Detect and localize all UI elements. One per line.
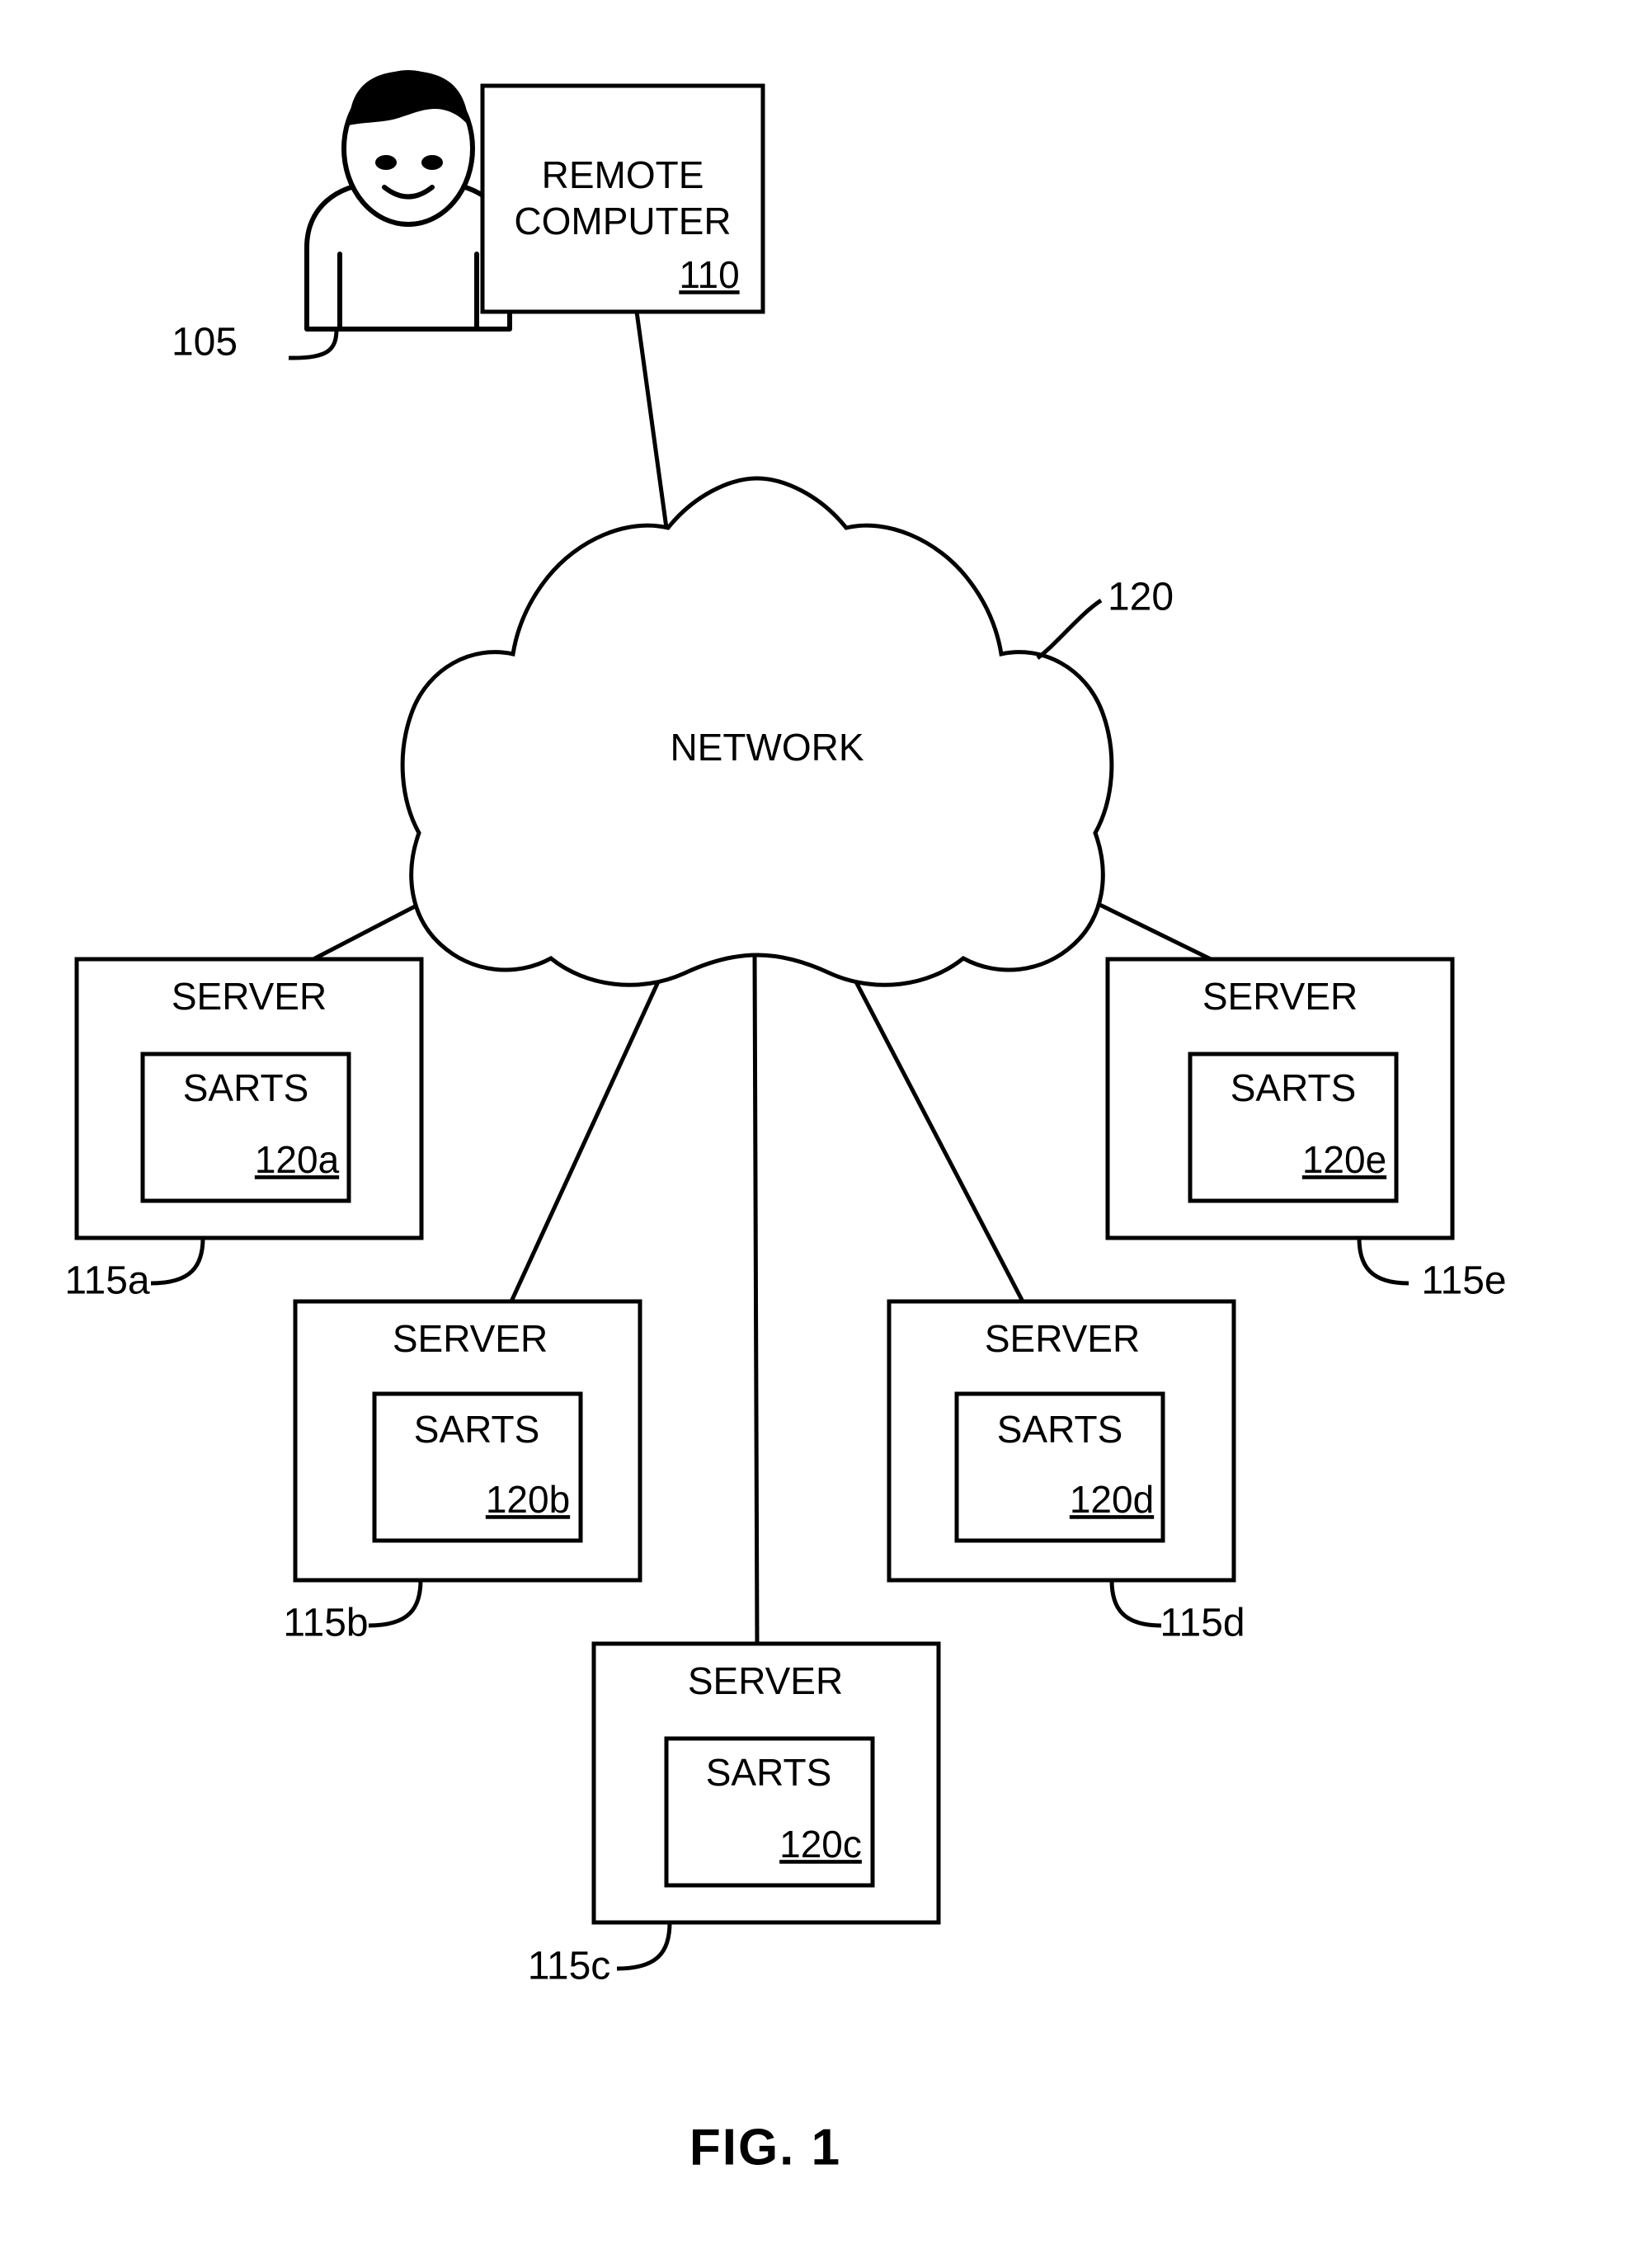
sarts-title-120c: SARTS: [706, 1751, 832, 1794]
server-title-115b: SERVER: [393, 1317, 548, 1360]
figure-caption: FIG. 1: [689, 2119, 841, 2176]
callout-label-115e: 115e: [1421, 1259, 1506, 1303]
sarts-title-120d: SARTS: [997, 1408, 1123, 1451]
sarts-title-120e: SARTS: [1231, 1066, 1357, 1109]
user-person-icon: [304, 70, 512, 332]
remote-computer-title-line1: REMOTE: [542, 153, 704, 196]
sarts-title-120b: SARTS: [414, 1408, 540, 1451]
callout-label-115c: 115c: [528, 1945, 611, 1988]
callout-label-105: 105: [172, 321, 238, 365]
callout-leader-115d: [1109, 1579, 1162, 1628]
server-title-115e: SERVER: [1202, 975, 1358, 1018]
server-title-115c: SERVER: [688, 1659, 843, 1702]
connector-network-to-server-115b: [509, 955, 672, 1303]
network-architecture-diagram: 105 REMOTE COMPUTER 110 NETWORK 120 SERV…: [64, 70, 1507, 2176]
callout-leader-115b: [368, 1579, 423, 1628]
connector-remote-computer-to-network: [634, 311, 669, 529]
sarts-ref-120c: 120c: [779, 1823, 862, 1866]
server-title-115a: SERVER: [172, 975, 327, 1018]
callout-leader-115c: [616, 1922, 672, 1971]
sarts-ref-120e: 120e: [1302, 1138, 1386, 1181]
connector-network-to-server-115c: [752, 952, 760, 1645]
connector-network-to-server-115d: [840, 955, 1025, 1303]
callout-leader-115a: [150, 1237, 205, 1286]
callout-label-115a: 115a: [64, 1259, 150, 1303]
sarts-ref-120a: 120a: [255, 1138, 340, 1181]
callout-label-115d: 115d: [1160, 1602, 1245, 1645]
callout-leader-115e: [1357, 1237, 1409, 1286]
sarts-title-120a: SARTS: [183, 1066, 309, 1109]
callout-leader-120: [1036, 598, 1103, 660]
server-title-115d: SERVER: [985, 1317, 1140, 1360]
sarts-ref-120b: 120b: [486, 1478, 570, 1521]
patent-figure-page: 105 REMOTE COMPUTER 110 NETWORK 120 SERV…: [0, 0, 1633, 2268]
callout-leader-105: [288, 328, 339, 360]
network-label: NETWORK: [670, 726, 864, 769]
callout-label-120: 120: [1108, 576, 1174, 619]
remote-computer-title-line2: COMPUTER: [514, 200, 731, 242]
sarts-ref-120d: 120d: [1070, 1478, 1154, 1521]
callout-label-115b: 115b: [283, 1602, 368, 1645]
remote-computer-ref-110: 110: [679, 253, 739, 296]
